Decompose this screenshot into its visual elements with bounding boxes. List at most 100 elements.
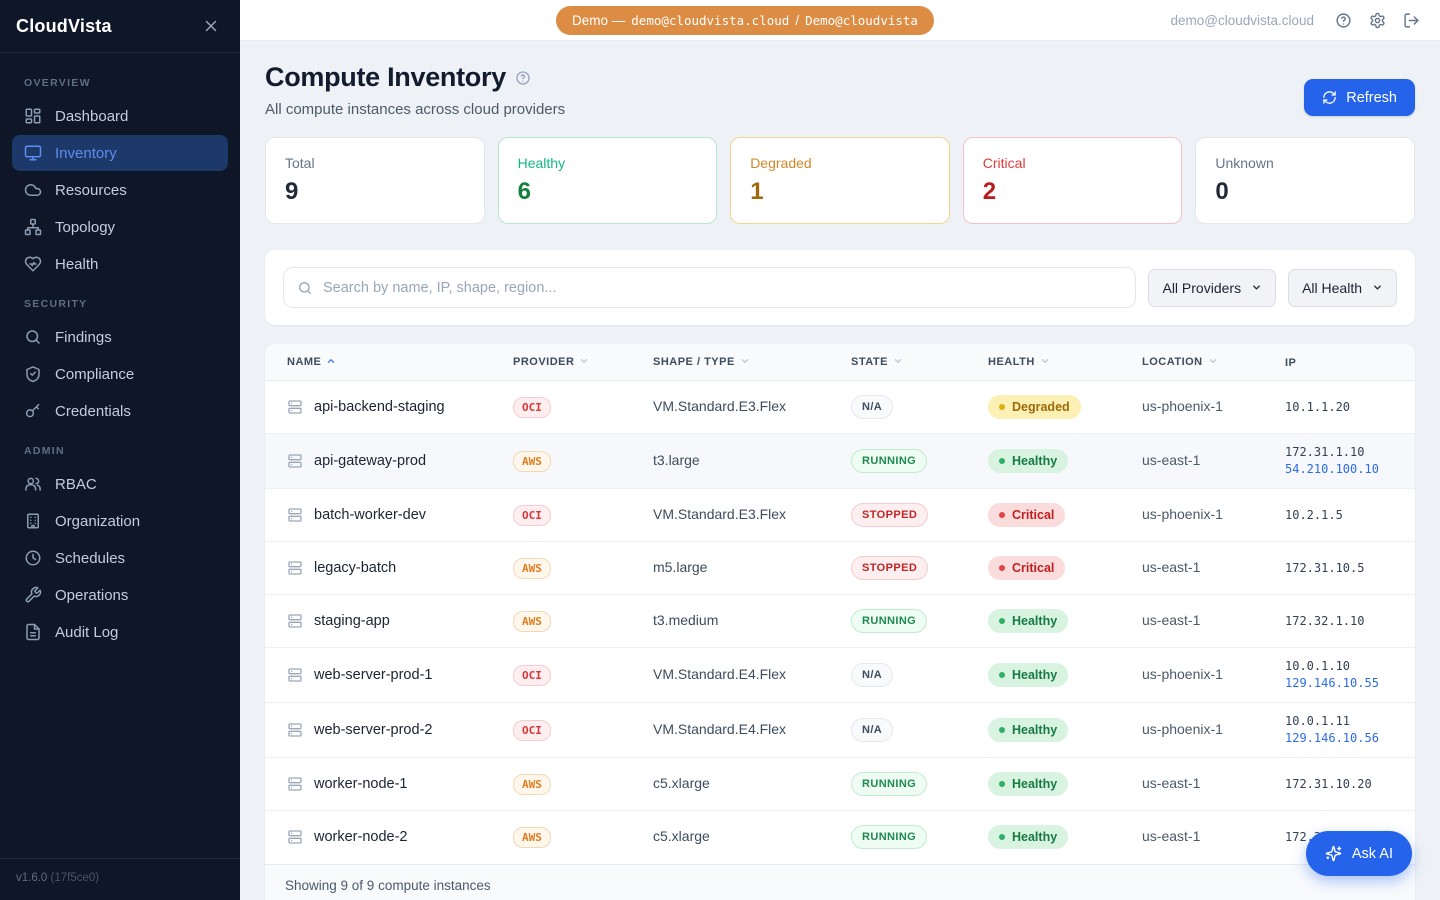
sort-down-icon	[1208, 356, 1218, 369]
instance-name-cell: web-server-prod-2	[265, 722, 513, 738]
shape-type: t3.medium	[653, 612, 718, 628]
shape-type: c5.xlarge	[653, 775, 710, 791]
sidebar-item-findings[interactable]: Findings	[12, 319, 228, 355]
sidebar-item-compliance[interactable]: Compliance	[12, 356, 228, 392]
sidebar-item-label: Findings	[55, 329, 112, 346]
health-label: Healthy	[1012, 614, 1057, 628]
table-row[interactable]: worker-node-1AWSc5.xlargeRUNNINGHealthyu…	[265, 758, 1415, 811]
health-badge: Healthy	[988, 663, 1068, 687]
health-badge: Healthy	[988, 609, 1068, 633]
sidebar-item-credentials[interactable]: Credentials	[12, 393, 228, 429]
help-icon[interactable]	[1335, 12, 1352, 29]
column-header-shape-type[interactable]: SHAPE / TYPE	[653, 344, 851, 381]
column-header-state[interactable]: STATE	[851, 344, 988, 381]
table-row[interactable]: web-server-prod-1OCIVM.Standard.E4.FlexN…	[265, 648, 1415, 703]
table-row[interactable]: worker-node-2AWSc5.xlargeRUNNINGHealthyu…	[265, 811, 1415, 864]
state-badge: N/A	[851, 718, 893, 742]
table-row[interactable]: web-server-prod-2OCIVM.Standard.E4.FlexN…	[265, 703, 1415, 758]
search-input[interactable]	[323, 280, 1122, 296]
health-badge: Degraded	[988, 395, 1081, 419]
refresh-label: Refresh	[1346, 90, 1397, 106]
health-filter-value: All Health	[1302, 280, 1362, 296]
instance-name-cell: web-server-prod-1	[265, 667, 513, 683]
health-label: Critical	[1012, 561, 1054, 575]
shape-type: t3.large	[653, 452, 700, 468]
column-header-health[interactable]: HEALTH	[988, 344, 1142, 381]
gear-icon[interactable]	[1369, 12, 1386, 29]
sidebar-item-operations[interactable]: Operations	[12, 577, 228, 613]
schedules-icon	[24, 549, 42, 567]
health-icon	[24, 255, 42, 273]
table-row[interactable]: legacy-batchAWSm5.largeSTOPPEDCriticalus…	[265, 542, 1415, 595]
public-ip-link[interactable]: 54.210.100.10	[1285, 461, 1415, 478]
provider-filter-value: All Providers	[1162, 280, 1241, 296]
sort-down-icon	[893, 356, 903, 369]
health-filter-select[interactable]: All Health	[1288, 269, 1397, 307]
sidebar-item-audit-log[interactable]: Audit Log	[12, 614, 228, 650]
provider-filter-select[interactable]: All Providers	[1148, 269, 1276, 307]
instance-name: staging-app	[314, 613, 390, 629]
table-row[interactable]: api-gateway-prodAWSt3.largeRUNNINGHealth…	[265, 434, 1415, 489]
sidebar-item-organization[interactable]: Organization	[12, 503, 228, 539]
location: us-east-1	[1142, 775, 1200, 791]
refresh-button[interactable]: Refresh	[1304, 79, 1415, 116]
health-label: Healthy	[1012, 830, 1057, 844]
sidebar-item-health[interactable]: Health	[12, 246, 228, 282]
location: us-east-1	[1142, 828, 1200, 844]
public-ip-link[interactable]: 129.146.10.56	[1285, 730, 1415, 747]
location: us-phoenix-1	[1142, 398, 1223, 414]
demo-label: Demo —	[572, 13, 625, 28]
health-dot-icon	[999, 458, 1005, 464]
sidebar-item-topology[interactable]: Topology	[12, 209, 228, 245]
instances-table: NAME PROVIDERSHAPE / TYPESTATEHEALTHLOCAT…	[265, 344, 1415, 864]
private-ip: 172.31.10.5	[1285, 560, 1415, 577]
account-email: demo@cloudvista.cloud	[1170, 13, 1314, 28]
provider-badge: OCI	[513, 505, 551, 526]
public-ip-link[interactable]: 129.146.10.55	[1285, 675, 1415, 692]
sidebar-item-label: Schedules	[55, 550, 125, 567]
sidebar-section-admin: ADMINRBACOrganizationSchedulesOperations…	[12, 445, 228, 650]
close-icon[interactable]	[198, 13, 224, 39]
ask-ai-button[interactable]: Ask AI	[1306, 831, 1412, 876]
logout-icon[interactable]	[1403, 12, 1420, 29]
audit-log-icon	[24, 623, 42, 641]
table-row[interactable]: batch-worker-devOCIVM.Standard.E3.FlexST…	[265, 489, 1415, 542]
private-ip: 10.0.1.10	[1285, 658, 1415, 675]
title-help-icon[interactable]	[515, 70, 531, 86]
sidebar-item-inventory[interactable]: Inventory	[12, 135, 228, 171]
stats-row: Total9Healthy6Degraded1Critical2Unknown0	[265, 137, 1415, 224]
column-header-location[interactable]: LOCATION	[1142, 344, 1285, 381]
table-row[interactable]: api-backend-stagingOCIVM.Standard.E3.Fle…	[265, 381, 1415, 434]
app-logo: CloudVista	[16, 16, 112, 37]
sidebar-item-resources[interactable]: Resources	[12, 172, 228, 208]
ip-cell: 172.31.10.5	[1285, 560, 1415, 577]
health-badge: Healthy	[988, 825, 1068, 849]
column-label: NAME	[287, 356, 321, 368]
shape-type: VM.Standard.E3.Flex	[653, 506, 786, 522]
topology-icon	[24, 218, 42, 236]
sidebar-item-schedules[interactable]: Schedules	[12, 540, 228, 576]
sidebar-item-label: Organization	[55, 513, 140, 530]
instance-name: web-server-prod-2	[314, 722, 432, 738]
private-ip: 172.31.10.20	[1285, 776, 1415, 793]
sidebar-item-rbac[interactable]: RBAC	[12, 466, 228, 502]
organization-icon	[24, 512, 42, 530]
column-header-provider[interactable]: PROVIDER	[513, 344, 653, 381]
table-row[interactable]: staging-appAWSt3.mediumRUNNINGHealthyus-…	[265, 595, 1415, 648]
state-badge: N/A	[851, 395, 893, 419]
stat-card-unknown: Unknown0	[1195, 137, 1415, 224]
stat-card-critical: Critical2	[963, 137, 1183, 224]
instance-name-cell: worker-node-1	[265, 776, 513, 792]
demo-separator: /	[795, 13, 799, 28]
app-version: v1.6.0 (17f5ce0)	[0, 858, 240, 900]
location: us-phoenix-1	[1142, 506, 1223, 522]
demo-user: Demo@cloudvista	[805, 13, 918, 28]
provider-badge: AWS	[513, 451, 551, 472]
sort-down-icon	[1040, 356, 1050, 369]
sidebar-item-dashboard[interactable]: Dashboard	[12, 98, 228, 134]
topbar: Demo — demo@cloudvista.cloud / Demo@clou…	[240, 0, 1440, 41]
health-badge: Critical	[988, 503, 1065, 527]
private-ip: 10.0.1.11	[1285, 713, 1415, 730]
column-header-name[interactable]: NAME	[265, 344, 513, 381]
state-badge: RUNNING	[851, 825, 927, 849]
